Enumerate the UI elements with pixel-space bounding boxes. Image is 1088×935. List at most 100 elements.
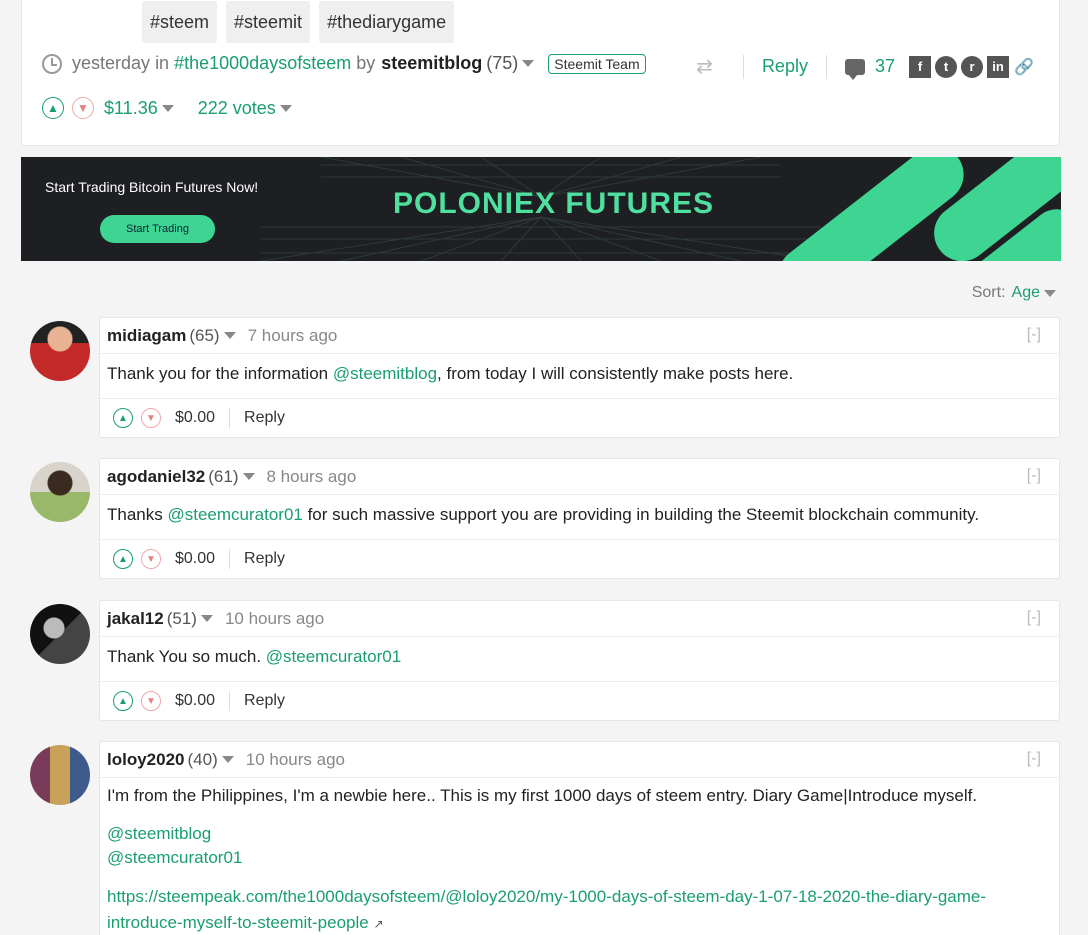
post-vote-row: ▲ ▼ $11.36 222 votes [42,97,292,119]
sort-control[interactable]: Sort: Age [972,284,1056,302]
sort-label: Sort: [971,284,1006,301]
comment-author[interactable]: agodaniel32 [107,467,205,487]
comment-author[interactable]: loloy2020 [107,750,185,770]
comment-body: I'm from the Philippines, I'm a newbie h… [100,778,1059,935]
comment-body: Thanks @steemcurator01 for such massive … [100,495,1059,540]
post-votes[interactable]: 222 votes [198,98,276,119]
collapse-button[interactable]: [-] [1027,326,1041,344]
post-meta: yesterday in #the1000daysofsteem by stee… [42,53,646,74]
collapse-button[interactable]: [-] [1027,750,1041,768]
comment-header: midiagam (65) 7 hours ago [-] [100,318,1059,354]
facebook-icon[interactable]: f [909,55,931,78]
downvote-icon[interactable]: ▼ [141,408,161,428]
comment-time[interactable]: 10 hours ago [246,750,345,770]
comment-body: Thank you for the information @steemitbl… [100,354,1059,399]
comment-text: for such massive support you are providi… [302,505,980,524]
comment-footer: ▲ ▼ $0.00 Reply [100,399,1059,437]
tag-list: #steem #steemit #thediarygame [142,1,455,43]
comment-time[interactable]: 10 hours ago [225,609,324,629]
author-reputation: (75) [486,53,519,73]
comment-time[interactable]: 7 hours ago [248,326,338,346]
comment-payout[interactable]: $0.00 [175,692,215,710]
mention-link[interactable]: @steemitblog [107,824,211,843]
post-author-link[interactable]: steemitblog [381,53,482,74]
comment-time[interactable]: 8 hours ago [267,467,357,487]
post-card: #steem #steemit #thediarygame yesterday … [21,0,1060,146]
avatar[interactable] [30,745,90,805]
author-menu-caret-icon[interactable] [223,332,236,339]
downvote-icon[interactable]: ▼ [141,691,161,711]
mention-link[interactable]: @steemcurator01 [266,647,401,666]
divider [742,54,744,79]
comment-body: Thank You so much. @steemcurator01 [100,637,1059,682]
ad-start-trading-button[interactable]: Start Trading [100,215,215,243]
external-url-link[interactable]: https://steempeak.com/the1000daysofsteem… [107,887,986,932]
sort-value[interactable]: Age [1012,284,1040,302]
downvote-icon[interactable]: ▼ [72,97,94,119]
post-payout[interactable]: $11.36 [104,98,158,119]
upvote-icon[interactable]: ▲ [113,549,133,569]
comment-reply-button[interactable]: Reply [244,692,285,710]
comment-footer: ▲ ▼ $0.00 Reply [100,540,1059,578]
mention-link[interactable]: @steemcurator01 [107,848,242,867]
ad-tagline: Start Trading Bitcoin Futures Now! [45,179,259,195]
upvote-icon[interactable]: ▲ [42,97,64,119]
comment-count[interactable]: 37 [875,56,895,77]
tag-thediarygame[interactable]: #thediarygame [319,1,455,43]
votes-caret-icon[interactable] [279,104,292,112]
comment-reputation: (65) [189,325,220,345]
twitter-icon[interactable]: t [935,55,957,78]
community-link[interactable]: #the1000daysofsteem [174,53,351,74]
author-menu-caret-icon[interactable] [221,756,234,763]
comment-reply-button[interactable]: Reply [244,550,285,568]
upvote-icon[interactable]: ▲ [113,408,133,428]
comment-text: Thanks [107,505,168,524]
author-menu-caret-icon[interactable] [200,615,213,622]
collapse-button[interactable]: [-] [1027,467,1041,485]
comment-header: agodaniel32 (61) 8 hours ago [-] [100,459,1059,495]
comment-reputation: (51) [166,608,197,628]
reddit-icon[interactable]: r [961,55,983,78]
linkedin-icon[interactable]: in [987,55,1009,78]
mention-link[interactable]: @steemitblog [333,364,437,383]
comment-text: Thank you for the information [107,364,333,383]
ad-title: POLONIEX FUTURES [393,187,715,220]
comments-icon[interactable] [844,58,865,80]
mention-link[interactable]: @steemcurator01 [167,505,302,524]
resteem-icon[interactable]: ⇄ [696,54,713,79]
comment-text: Thank You so much. [107,647,266,666]
divider [229,408,231,428]
sort-caret-icon[interactable] [1044,289,1056,297]
tag-steemit[interactable]: #steemit [226,1,311,43]
author-menu-caret-icon[interactable] [522,60,535,67]
payout-caret-icon[interactable] [161,104,174,112]
link-icon[interactable]: 🔗 [1013,56,1035,78]
comment-payout[interactable]: $0.00 [175,409,215,427]
post-actions: ⇄ Reply 37 f t r in 🔗 [696,54,1035,80]
upvote-icon[interactable]: ▲ [113,691,133,711]
avatar[interactable] [30,321,90,381]
collapse-button[interactable]: [-] [1027,609,1041,627]
divider [825,54,827,79]
in-word: in [155,53,170,73]
poloniex-ad-banner[interactable]: Start Trading Bitcoin Futures Now! Start… [21,157,1061,261]
comment-text: I'm from the Philippines, I'm a newbie h… [107,786,978,805]
author-badge: Steemit Team [548,53,646,74]
divider [229,691,231,711]
comment-author[interactable]: midiagam [107,326,186,346]
comment-reply-button[interactable]: Reply [244,409,285,427]
comment-reputation: (40) [187,749,218,769]
post-reply-button[interactable]: Reply [762,56,808,77]
tag-steem[interactable]: #steem [142,1,218,43]
divider [229,549,231,569]
comment-box: agodaniel32 (61) 8 hours ago [-] Thanks … [99,458,1060,579]
comment-payout[interactable]: $0.00 [175,550,215,568]
comment-author[interactable]: jakal12 [107,609,164,629]
comment-box: jakal12 (51) 10 hours ago [-] Thank You … [99,600,1060,721]
avatar[interactable] [30,604,90,664]
author-menu-caret-icon[interactable] [242,473,255,480]
downvote-icon[interactable]: ▼ [141,549,161,569]
avatar[interactable] [30,462,90,522]
comment-reputation: (61) [208,466,239,486]
comment-text: , from today I will consistently make po… [437,364,794,383]
